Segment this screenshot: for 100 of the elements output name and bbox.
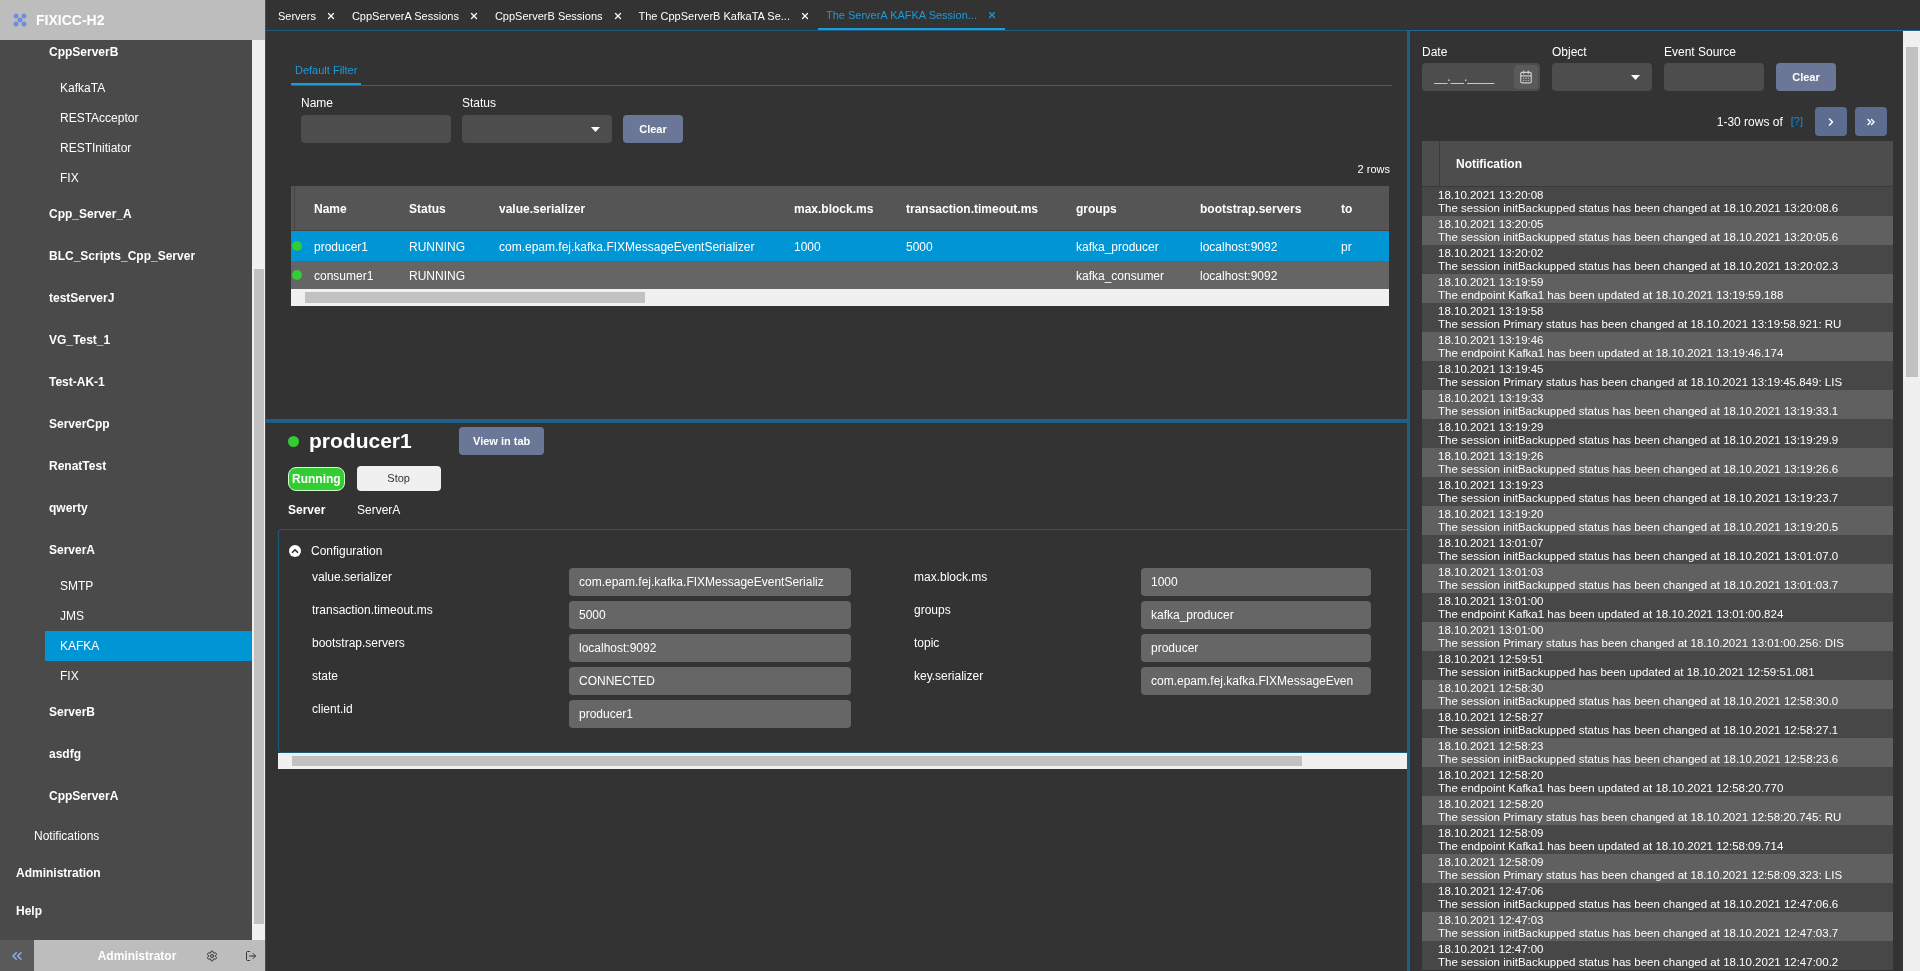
column-header[interactable]: transaction.timeout.ms: [906, 201, 1039, 216]
notification-time: 18.10.2021 12:47:03: [1438, 913, 1545, 927]
notification-time: 18.10.2021 13:01:00: [1438, 623, 1545, 637]
filter-tab[interactable]: Default Filter: [291, 61, 362, 85]
value-field: localhost:9092: [569, 634, 851, 662]
tree-item[interactable]: CppServerA: [45, 787, 123, 805]
close-icon[interactable]: [325, 11, 336, 21]
tree-item[interactable]: BLC_Scripts_Cpp_Server: [45, 247, 200, 265]
nav-item[interactable]: Administration: [12, 864, 105, 882]
view-in-tab-button[interactable]: View in tab: [459, 427, 545, 455]
calendar-icon[interactable]: [1514, 65, 1538, 89]
tab[interactable]: Servers: [270, 2, 344, 30]
tree-item[interactable]: SMTP: [45, 571, 252, 601]
field-label: bootstrap.servers: [311, 635, 406, 652]
tree-item[interactable]: CppServerB: [45, 43, 123, 61]
tree-item[interactable]: ServerA: [45, 541, 100, 559]
nav-item[interactable]: Help: [12, 902, 46, 920]
close-icon[interactable]: [799, 11, 810, 21]
logout-icon[interactable]: [245, 949, 257, 962]
close-icon[interactable]: [468, 11, 479, 21]
tree-item[interactable]: RESTInitiator: [45, 133, 252, 163]
column-header[interactable]: groups: [1076, 201, 1117, 216]
field-label: Server: [288, 502, 327, 519]
collapse-button[interactable]: [0, 940, 34, 971]
select-field[interactable]: [1552, 63, 1652, 91]
nav-item[interactable]: Notifications: [30, 826, 104, 845]
notification-message: The session initBackupped status has been changed at 18.10.2021 13:19:29.9: [1438, 433, 1840, 447]
column-header[interactable]: Status: [409, 201, 446, 216]
field-label: topic: [914, 635, 941, 652]
column-header[interactable]: max.block.ms: [794, 201, 874, 216]
table-cell: consumer1: [314, 268, 374, 283]
tree-item[interactable]: RESTAcceptor: [45, 103, 252, 133]
tree-item[interactable]: Test-AK-1: [45, 373, 109, 391]
scrollbar[interactable]: [252, 40, 265, 940]
notification-message: The session initBackupped status has been changed at 18.10.2021 13:19:20.5: [1438, 520, 1840, 534]
table-cell: localhost:9092: [1200, 268, 1278, 283]
tree-item[interactable]: asdfg: [45, 745, 85, 763]
table-cell: 5000: [906, 239, 933, 254]
total-count-link[interactable]: [?]: [1790, 113, 1803, 130]
app-title: FIXICC-H2: [36, 10, 105, 30]
close-icon[interactable]: [612, 11, 623, 21]
field-value: ServerA: [357, 502, 401, 519]
tree-item[interactable]: ServerB: [45, 703, 100, 721]
tree-item[interactable]: RenatTest: [45, 457, 111, 475]
value-field: producer1: [569, 700, 851, 728]
tab[interactable]: CppServerA Sessions: [343, 2, 487, 30]
tree-item[interactable]: qwerty: [45, 499, 92, 517]
notification-time: 18.10.2021 13:19:23: [1438, 478, 1545, 492]
notification-message: The session initBackupped status has been changed at 18.10.2021 12:47:00.2: [1438, 955, 1840, 969]
notification-message: The session Primary status has been changed at 18.10.2021 12:58:20.745: RU: [1438, 810, 1843, 824]
field-label: max.block.ms: [914, 569, 989, 586]
input-field[interactable]: [301, 115, 451, 143]
tree-item[interactable]: FIX: [45, 661, 252, 691]
notification-message: The endpoint Kafka1 has been updated at 18.10.2021 13:19:46.174: [1438, 346, 1785, 360]
field-label: Event Source: [1664, 44, 1738, 61]
notification-message: The session initBackupped status has been changed at 18.10.2021 13:01:07.0: [1438, 549, 1840, 563]
table-cell: pr: [1341, 239, 1352, 254]
notification-message: The session initBackupped has been updated at 18.10.2021 12:59:51.081: [1438, 665, 1816, 679]
notification-time: 18.10.2021 13:19:46: [1438, 333, 1545, 347]
tab[interactable]: CppServerB Sessions: [486, 2, 631, 30]
tree-item[interactable]: VG_Test_1: [45, 331, 115, 349]
column-header[interactable]: value.serializer: [499, 201, 586, 216]
notification-message: The session initBackupped status has been changed at 18.10.2021 13:01:03.7: [1438, 578, 1840, 592]
select-field[interactable]: [462, 115, 612, 143]
column-header[interactable]: Name: [314, 201, 347, 216]
notification-time: 18.10.2021 12:58:09: [1438, 826, 1545, 840]
notification-time: 18.10.2021 12:58:09: [1438, 855, 1545, 869]
value-field: 1000: [1141, 568, 1371, 596]
table-cell: RUNNING: [409, 239, 465, 254]
notification-message: The session Primary status has been changed at 18.10.2021 13:19:58.921: RU: [1438, 317, 1843, 331]
caret-icon: [1631, 74, 1640, 80]
notification-message: The endpoint Kafka1 has been updated at 18.10.2021 12:58:09.714: [1438, 839, 1785, 853]
tab[interactable]: The CppServerB KafkaTA Se...: [630, 2, 818, 30]
input-field[interactable]: [1664, 63, 1764, 91]
column-header[interactable]: bootstrap.servers: [1200, 201, 1302, 216]
notification-time: 18.10.2021 13:01:00: [1438, 594, 1545, 608]
notification-time: 18.10.2021 13:20:08: [1438, 188, 1545, 202]
scrollbar[interactable]: [1903, 31, 1920, 971]
tree-item[interactable]: Cpp_Server_A: [45, 205, 136, 223]
horizontal-scrollbar[interactable]: [278, 753, 1407, 769]
clear-button[interactable]: Clear: [623, 115, 683, 143]
collapse-toggle-icon[interactable]: [289, 545, 301, 557]
notification-time: 18.10.2021 13:19:45: [1438, 362, 1545, 376]
caret-icon: [591, 126, 600, 132]
settings-icon[interactable]: [206, 949, 218, 962]
notification-time: 18.10.2021 13:19:59: [1438, 275, 1545, 289]
tree-item[interactable]: ServerCpp: [45, 415, 114, 433]
tree-item[interactable]: FIX: [45, 163, 252, 193]
column-header[interactable]: to: [1341, 201, 1353, 216]
notification-time: 18.10.2021 12:58:30: [1438, 681, 1545, 695]
value-field: com.epam.fej.kafka.FIXMessageEven: [1141, 667, 1371, 695]
column-header[interactable]: Notification: [1456, 154, 1522, 173]
tree-item[interactable]: JMS: [45, 601, 252, 631]
tree-item[interactable]: testServerJ: [45, 289, 119, 307]
last-page-button[interactable]: [1855, 107, 1887, 136]
notification-message: The session initBackupped status has been changed at 18.10.2021 13:20:05.6: [1438, 230, 1840, 244]
stop-button[interactable]: Stop: [356, 466, 441, 491]
table-row[interactable]: consumer1 RUNNING kafka_consumer localhost:9092: [291, 260, 1389, 289]
tree-item[interactable]: KafkaTA: [45, 73, 252, 103]
clear-button[interactable]: Clear: [1776, 63, 1836, 91]
